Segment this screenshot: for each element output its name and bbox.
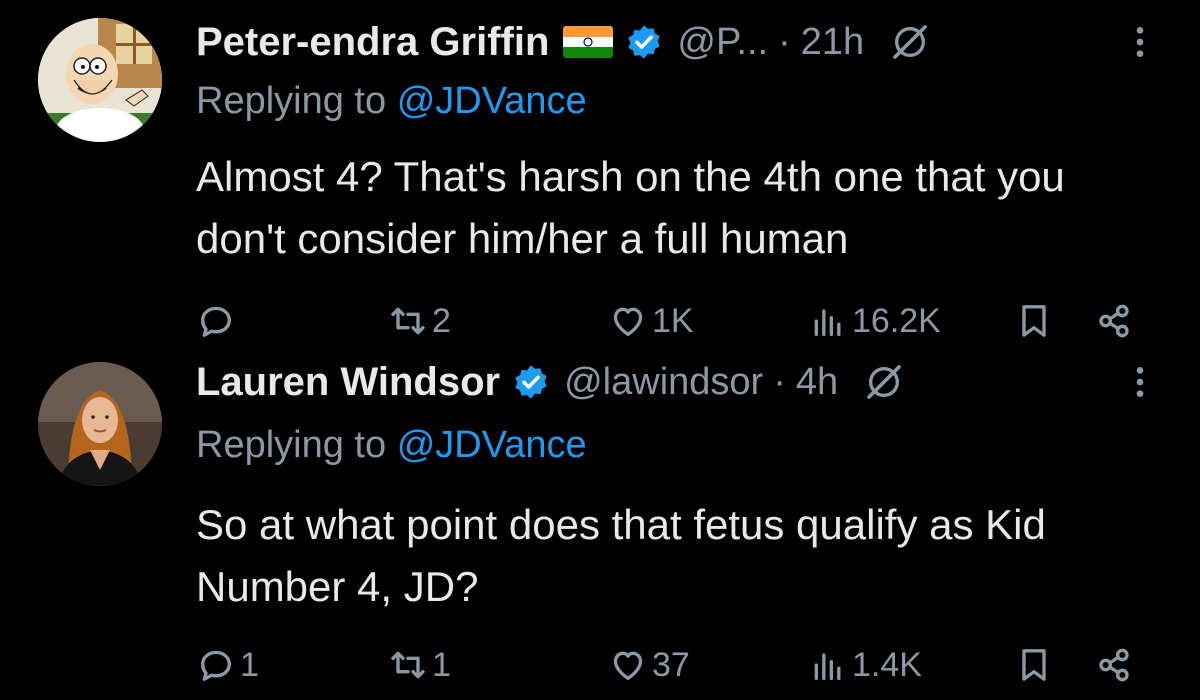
bookmark-button[interactable] [1014,640,1054,690]
like-count: 1K [652,301,694,340]
grok-icon[interactable] [890,22,930,62]
tweet-header: Peter-endra Griffin @P... · 21h [196,12,1160,72]
replying-prefix: Replying to [196,424,387,466]
share-icon [1099,304,1129,338]
action-bar: 1 1 37 1.4K [196,640,1156,690]
share-icon [1099,648,1129,682]
more-icon[interactable] [1120,22,1160,62]
reply-icon [201,650,231,681]
share-button[interactable] [1094,640,1134,690]
repost-button[interactable]: 2 [388,296,451,346]
reply-mention-link[interactable]: @JDVance [397,80,587,122]
timestamp[interactable]: 4h [796,361,838,404]
handle[interactable]: @P... [677,21,768,64]
views-button[interactable]: 1.4K [808,640,922,690]
india-flag-icon [563,26,614,58]
avatar-image [38,362,162,486]
action-bar: 2 1K 16.2K [196,296,1156,346]
verified-badge-icon [512,363,550,401]
repost-count: 1 [432,645,451,684]
grok-icon[interactable] [864,362,904,402]
tweet-header: Lauren Windsor @lawindsor · 4h [196,352,1160,412]
bookmark-button[interactable] [1014,296,1054,346]
avatar[interactable] [38,362,162,486]
separator-dot: · [773,360,786,403]
tweet-text: Almost 4? That's harsh on the 4th one th… [196,153,1065,262]
views-count: 16.2K [852,301,941,340]
like-icon [613,307,643,336]
replying-to: Replying to @JDVance [196,424,587,467]
bookmark-icon [1022,649,1046,681]
tweet[interactable]: Peter-endra Griffin @P... · 21h Replying… [0,0,1200,350]
views-count: 1.4K [852,645,922,684]
reply-count: 1 [240,645,259,684]
tweet-text: So at what point does that fetus qualify… [196,501,1046,610]
views-button[interactable]: 16.2K [808,296,941,346]
repost-count: 2 [432,301,451,340]
views-icon [814,309,841,336]
avatar[interactable] [38,18,162,142]
timestamp[interactable]: 21h [801,21,864,64]
display-name[interactable]: Lauren Windsor [196,360,500,405]
handle[interactable]: @lawindsor [564,361,763,404]
bookmark-icon [1022,305,1046,337]
repost-icon [391,651,425,679]
replying-prefix: Replying to [196,80,387,122]
like-icon [613,651,643,680]
replying-to: Replying to @JDVance [196,80,587,123]
repost-button[interactable]: 1 [388,640,451,690]
separator-dot: · [778,20,791,63]
like-count: 37 [652,645,690,684]
like-button[interactable]: 1K [608,296,694,346]
share-button[interactable] [1094,296,1134,346]
views-icon [814,653,841,680]
verified-badge-icon [625,23,663,61]
reply-mention-link[interactable]: @JDVance [397,424,587,466]
repost-icon [391,307,425,335]
reply-icon [201,306,231,337]
reply-button[interactable]: 1 [196,640,259,690]
display-name[interactable]: Peter-endra Griffin [196,20,549,65]
reply-button[interactable] [196,296,240,346]
avatar-image [38,18,162,142]
tweet[interactable]: Lauren Windsor @lawindsor · 4h Replying … [0,350,1200,700]
more-icon[interactable] [1120,362,1160,402]
like-button[interactable]: 37 [608,640,690,690]
